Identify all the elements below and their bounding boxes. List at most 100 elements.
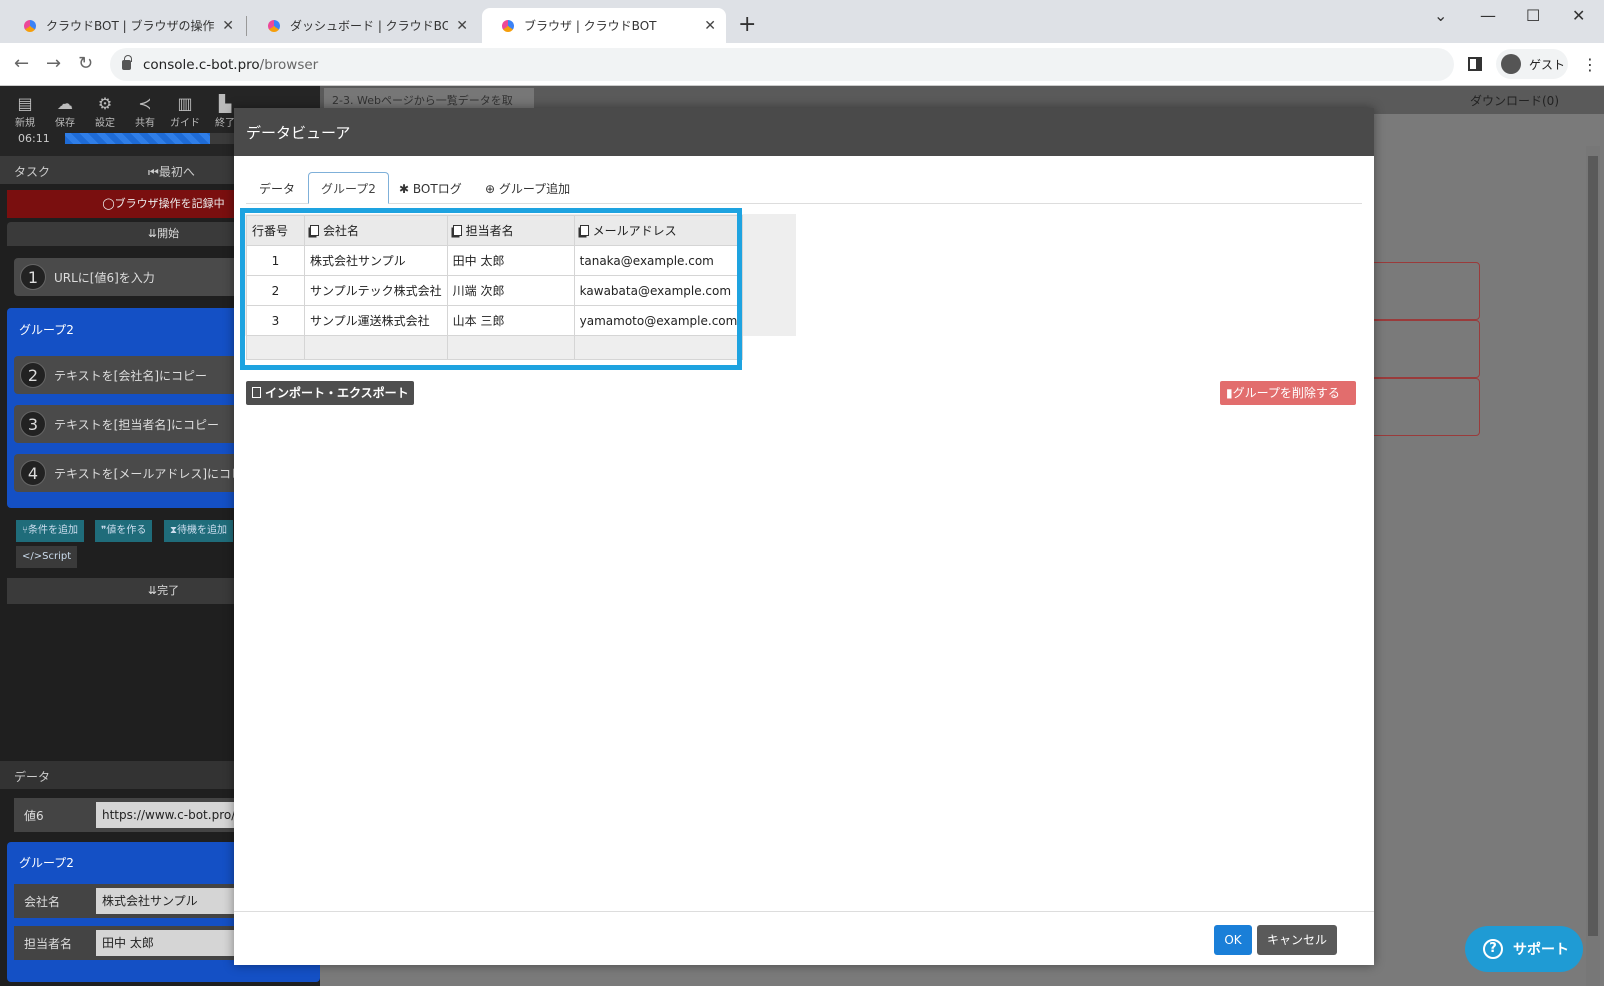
avatar-icon [1501,54,1521,74]
delete-group-label: グループを削除する [1232,386,1340,400]
close-icon[interactable]: ✕ [222,18,234,34]
url-host: console.c-bot.pro [143,56,260,73]
browser-tab-3-active[interactable]: ブラウザ | クラウドBOT ✕ [482,8,726,43]
screen: クラウドBOT | ブラウザの操作を自動化 ✕ ダッシュボード | クラウドBO… [0,0,1604,986]
dialog-tabs: データ グループ2 ✱ BOTログ ⊕ グループ追加 [246,170,1362,204]
profile-button[interactable]: ゲスト [1496,49,1568,79]
hourglass-icon: ⧗ [170,525,178,536]
tab-data[interactable]: データ [246,172,308,204]
recording-label: ブラウザ操作を記録中 [114,197,225,210]
browser-tab-title: ダッシュボード | クラウドBOT [290,19,449,33]
data-key: 会社名 [24,894,61,909]
go-first-button[interactable]: ⏮最初へ [148,163,195,180]
new-tab-plus-icon[interactable]: + [738,12,756,37]
minimize-icon[interactable]: — [1480,6,1496,25]
browser-toolbar: ← → ↻ console.c-bot.pro/browser ゲスト ⋮ [0,43,1604,86]
browser-tab-2[interactable]: ダッシュボード | クラウドBOT ✕ [248,8,478,43]
script-button[interactable]: </>Script [16,546,78,568]
question-icon: ? [1483,939,1503,959]
reload-icon[interactable]: ↻ [78,53,93,74]
task-label: タスク [14,165,51,179]
profile-label: ゲスト [1529,57,1566,72]
group-title: グループ2 [19,323,74,337]
url-path: /browser [259,56,319,73]
toolbar-label: 保存 [55,118,75,129]
toolbar-label: 新規 [15,118,35,129]
save-button[interactable]: ☁ 保存 [46,94,84,129]
side-panel-icon[interactable] [1468,57,1482,71]
download-button[interactable]: ダウンロード(0) [1470,92,1559,109]
cloud-upload-icon: ☁ [57,94,73,113]
data-key: 値6 [24,808,44,823]
step-number: 3 [20,411,46,437]
tab-bot-log[interactable]: ✱ BOTログ [386,172,475,204]
support-label: サポート [1513,942,1569,958]
toolbar-label: 終了 [215,118,235,129]
scrollbar[interactable] [1586,146,1600,986]
add-wait-label: 待機を追加 [177,525,228,536]
browser-tab-1[interactable]: クラウドBOT | ブラウザの操作を自動化 ✕ [4,8,244,43]
data-label: データ [14,770,51,784]
progress-fill [65,133,210,144]
delete-group-button[interactable]: ▮グループを削除する [1220,381,1356,405]
start-label: 開始 [157,227,180,240]
tab-group2[interactable]: グループ2 [308,172,389,204]
maximize-icon[interactable]: ☐ [1526,6,1540,25]
tab-search-chevron-icon[interactable]: ⌄ [1434,6,1447,25]
data-viewer-dialog: データビューア データ グループ2 ✱ BOTログ ⊕ グループ追加 行番号 会… [234,108,1374,965]
dialog-title: データビューア [234,108,1374,156]
import-export-button[interactable]: インポート・エクスポート [246,381,414,405]
toolbar-label: ガイド [170,118,200,129]
close-icon[interactable]: ✕ [704,18,716,34]
ok-button[interactable]: OK [1214,925,1252,955]
data-group-title: グループ2 [19,856,74,870]
make-value-label: 値を作る [106,525,147,536]
add-condition-label: 条件を追加 [28,525,78,536]
browser-tab-title: クラウドBOT | ブラウザの操作を自動化 [46,19,215,33]
tab-add-group[interactable]: ⊕ グループ追加 [472,172,583,204]
support-button[interactable]: ? サポート [1465,926,1583,972]
address-bar[interactable]: console.c-bot.pro/browser [110,48,1454,81]
browser-menu-icon[interactable]: ⋮ [1582,55,1598,74]
toolbar-label: 共有 [135,118,155,129]
cancel-button[interactable]: キャンセル [1257,925,1337,955]
script-label: Script [42,551,72,562]
dialog-footer: OK キャンセル [234,911,1374,965]
settings-button[interactable]: ⚙ 設定 [86,94,124,129]
back-arrow-icon[interactable]: ← [14,53,29,74]
step-label: URLに[値6]を入力 [54,270,155,285]
tab-label: データ [259,182,296,196]
done-label: 完了 [157,584,180,597]
step-number: 2 [20,362,46,388]
plus-circle-icon: ⊕ [485,182,496,196]
elapsed-time: 06:11 [18,132,50,145]
toolbar-label: 設定 [95,118,115,129]
browser-tab-title: ブラウザ | クラウドBOT [524,19,657,33]
file-icon [252,387,261,398]
forward-arrow-icon[interactable]: → [46,53,61,74]
cloudbot-favicon-icon [502,19,514,32]
cloudbot-favicon-icon [24,19,36,32]
close-icon[interactable]: ✕ [456,18,468,34]
step-label: テキストを[メールアドレス]にコピー [54,466,256,481]
make-value-button[interactable]: ❞値を作る [95,520,153,542]
step-label: テキストを[会社名]にコピー [54,368,208,383]
step-number: 1 [20,264,46,290]
guide-button[interactable]: ▥ ガイド [166,94,204,129]
share-button[interactable]: ≺ 共有 [126,94,164,129]
data-key: 担当者名 [24,936,73,951]
bug-icon: ✱ [399,182,410,196]
add-condition-button[interactable]: ⑂条件を追加 [16,520,84,542]
new-button[interactable]: ▤ 新規 [6,94,44,129]
window-close-icon[interactable]: ✕ [1572,6,1585,25]
cloudbot-favicon-icon [268,19,280,32]
tab-label: BOTログ [412,182,462,196]
lock-icon [122,54,132,70]
grid-highlight-frame [240,208,742,370]
scrollbar-thumb[interactable] [1588,156,1598,936]
add-wait-button[interactable]: ⧗待機を追加 [164,520,234,542]
code-icon: </> [22,551,43,562]
step-number: 4 [20,460,46,486]
tab-divider [246,16,247,36]
tab-label: グループ追加 [498,182,571,196]
